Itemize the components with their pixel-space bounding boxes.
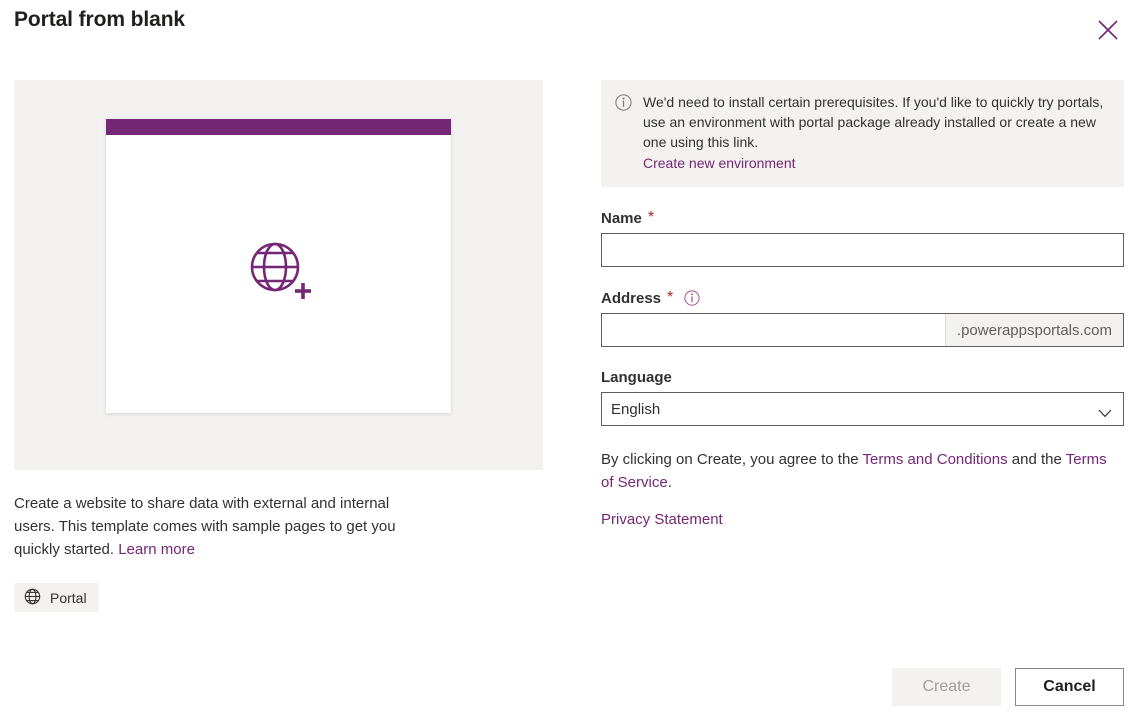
info-icon: [615, 92, 632, 173]
preview-card-body: [106, 135, 451, 413]
address-label-text: Address: [601, 289, 662, 307]
legal-middle: and the: [1007, 451, 1066, 468]
address-label: Address *: [601, 289, 1124, 307]
name-input[interactable]: [601, 233, 1124, 267]
template-preview-card: [106, 119, 451, 413]
chevron-down-icon: [1098, 405, 1112, 423]
legal-prefix: By clicking on Create, you agree to the: [601, 451, 863, 468]
create-portal-form: We'd need to install certain prerequisit…: [601, 80, 1124, 531]
create-new-environment-link[interactable]: Create new environment: [643, 153, 1110, 173]
globe-icon: [24, 588, 41, 608]
address-info-icon[interactable]: [684, 290, 700, 306]
close-button[interactable]: [1088, 12, 1128, 48]
language-field-group: Language English: [601, 369, 1124, 426]
learn-more-link[interactable]: Learn more: [118, 541, 195, 558]
template-description-text: Create a website to share data with exte…: [14, 495, 396, 558]
legal-suffix: .: [667, 474, 672, 491]
template-preview-panel: [14, 80, 543, 470]
address-field-group: Address * .powerappsportals.com: [601, 289, 1124, 347]
name-label-text: Name: [601, 209, 642, 227]
legal-agreement-text: By clicking on Create, you agree to the …: [601, 448, 1111, 531]
template-description: Create a website to share data with exte…: [14, 492, 406, 561]
portal-from-blank-dialog: Portal from blank Create a website to sh…: [0, 0, 1141, 714]
cancel-button[interactable]: Cancel: [1015, 668, 1124, 706]
globe-plus-icon: [243, 235, 321, 318]
language-label-text: Language: [601, 369, 672, 386]
language-select[interactable]: English: [601, 392, 1124, 426]
address-required-marker: *: [667, 289, 674, 306]
dialog-footer: Create Cancel: [892, 668, 1124, 706]
create-button[interactable]: Create: [892, 668, 1001, 706]
address-input-wrapper: .powerappsportals.com: [601, 313, 1124, 347]
prerequisites-banner: We'd need to install certain prerequisit…: [601, 80, 1124, 187]
name-required-marker: *: [647, 209, 655, 226]
template-tag-label: Portal: [50, 589, 87, 606]
page-title: Portal from blank: [14, 8, 185, 31]
preview-card-titlebar: [106, 119, 451, 135]
language-label: Language: [601, 369, 1124, 386]
terms-and-conditions-link[interactable]: Terms and Conditions: [863, 451, 1008, 468]
template-tag-portal: Portal: [14, 583, 99, 612]
close-icon: [1097, 19, 1119, 41]
address-domain-suffix: .powerappsportals.com: [944, 314, 1123, 346]
banner-text-block: We'd need to install certain prerequisit…: [643, 92, 1110, 173]
name-field-group: Name *: [601, 209, 1124, 267]
language-selected-value: English: [611, 400, 661, 418]
name-label: Name *: [601, 209, 1124, 227]
address-input[interactable]: [602, 314, 945, 346]
banner-message: We'd need to install certain prerequisit…: [643, 94, 1104, 150]
privacy-statement-link[interactable]: Privacy Statement: [601, 508, 723, 531]
